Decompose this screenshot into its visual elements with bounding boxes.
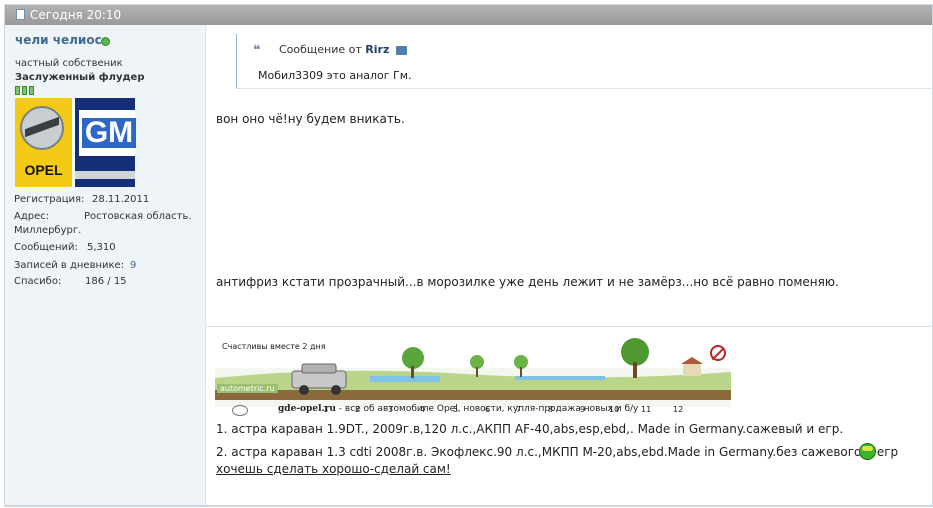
post-date: Сегодня 20:10 xyxy=(30,8,122,22)
post-content: ❝ Сообщение от Rirz Мобил3309 это аналог… xyxy=(206,25,933,506)
post-bottom-border xyxy=(5,505,932,506)
diary-link[interactable]: 9 xyxy=(130,260,136,271)
message-line-1: вон оно чё!ну будем вникать. xyxy=(216,112,405,126)
user-rank: Заслуженный флудер xyxy=(15,72,145,83)
thanks-label: Спасибо: xyxy=(14,276,62,287)
banner-day-number: 12 xyxy=(673,405,684,414)
banner-caption: Счастливы вместе 2 дня xyxy=(222,342,326,351)
posts-row: Сообщений: 5,310 xyxy=(14,242,116,253)
user-title: частный собственик xyxy=(15,58,123,69)
signature-car-1: 1. астра караван 1.9DT., 2009г.в,120 л.с… xyxy=(216,422,844,436)
opel-site-description: - все об автомобиле Opel, новости, купля… xyxy=(335,404,639,414)
smiley-icon xyxy=(859,443,876,460)
thanks-value: 186 / 15 xyxy=(85,276,127,287)
document-icon xyxy=(16,9,25,20)
quote-header: Сообщение от Rirz xyxy=(279,43,407,56)
autometric-banner[interactable]: Счастливы вместе 2 дня autometric.ru 1 2… xyxy=(215,338,731,414)
banner-day-number: 11 xyxy=(641,405,652,414)
diary-row: Записей в дневнике: 9 xyxy=(14,260,136,271)
signature-divider xyxy=(206,326,933,327)
registration-row: Регистрация: 28.11.2011 xyxy=(14,194,149,205)
user-avatar[interactable]: OPEL GM xyxy=(15,98,136,187)
gm-logo-text: GM xyxy=(82,118,136,148)
address-row: Адрес: Ростовская область. xyxy=(14,211,192,222)
thanks-row: Спасибо: 186 / 15 xyxy=(14,276,127,287)
online-status-icon xyxy=(101,37,110,46)
opel-logo: OPEL xyxy=(15,98,72,187)
view-post-icon[interactable] xyxy=(395,45,407,55)
address-value: Ростовская область. xyxy=(84,211,192,222)
banner-brand: autometric.ru xyxy=(217,384,278,393)
reputation-pip xyxy=(22,86,27,95)
opel-logo-text: OPEL xyxy=(17,162,70,178)
registration-label: Регистрация: xyxy=(14,194,85,205)
reputation-pip xyxy=(15,86,20,95)
gm-logo: GM xyxy=(75,98,136,187)
opel-site-banner[interactable]: gde-opel.ru - все об автомобиле Opel, но… xyxy=(232,404,639,416)
address-value-2: Миллербург. xyxy=(14,225,82,236)
reputation-pip xyxy=(29,86,34,95)
reputation-bar[interactable] xyxy=(15,86,34,95)
post-header-bar: Сегодня 20:10 xyxy=(5,5,932,25)
posts-value: 5,310 xyxy=(87,242,116,253)
quote-icon: ❝ xyxy=(253,43,261,58)
no-entry-sign-icon xyxy=(710,345,726,361)
quote-block: ❝ Сообщение от Rirz Мобил3309 это аналог… xyxy=(236,34,933,89)
address-label: Адрес: xyxy=(14,211,50,222)
diary-label: Записей в дневнике: xyxy=(14,260,125,271)
message-line-2: антифриз кстати прозрачный...в морозилке… xyxy=(216,275,839,289)
quote-author: Rirz xyxy=(365,43,390,56)
address-row-2: Миллербург. xyxy=(14,225,81,236)
opel-site-name: gde-opel.ru xyxy=(278,404,336,414)
posts-label: Сообщений: xyxy=(14,242,78,253)
username-link[interactable]: чели челиос xyxy=(15,33,102,47)
signature-motto: хочешь сделать хорошо-сделай сам! xyxy=(216,462,451,476)
signature-car-2: 2. астра караван 1.3 cdti 2008г.в. Экофл… xyxy=(216,445,899,459)
quote-prefix: Сообщение от xyxy=(279,43,362,56)
user-info-panel: чели челиос частный собственик Заслуженн… xyxy=(5,25,206,506)
quote-text: Мобил3309 это аналог Гм. xyxy=(258,69,412,82)
registration-value: 28.11.2011 xyxy=(92,194,150,205)
opel-small-logo-icon xyxy=(232,405,248,416)
